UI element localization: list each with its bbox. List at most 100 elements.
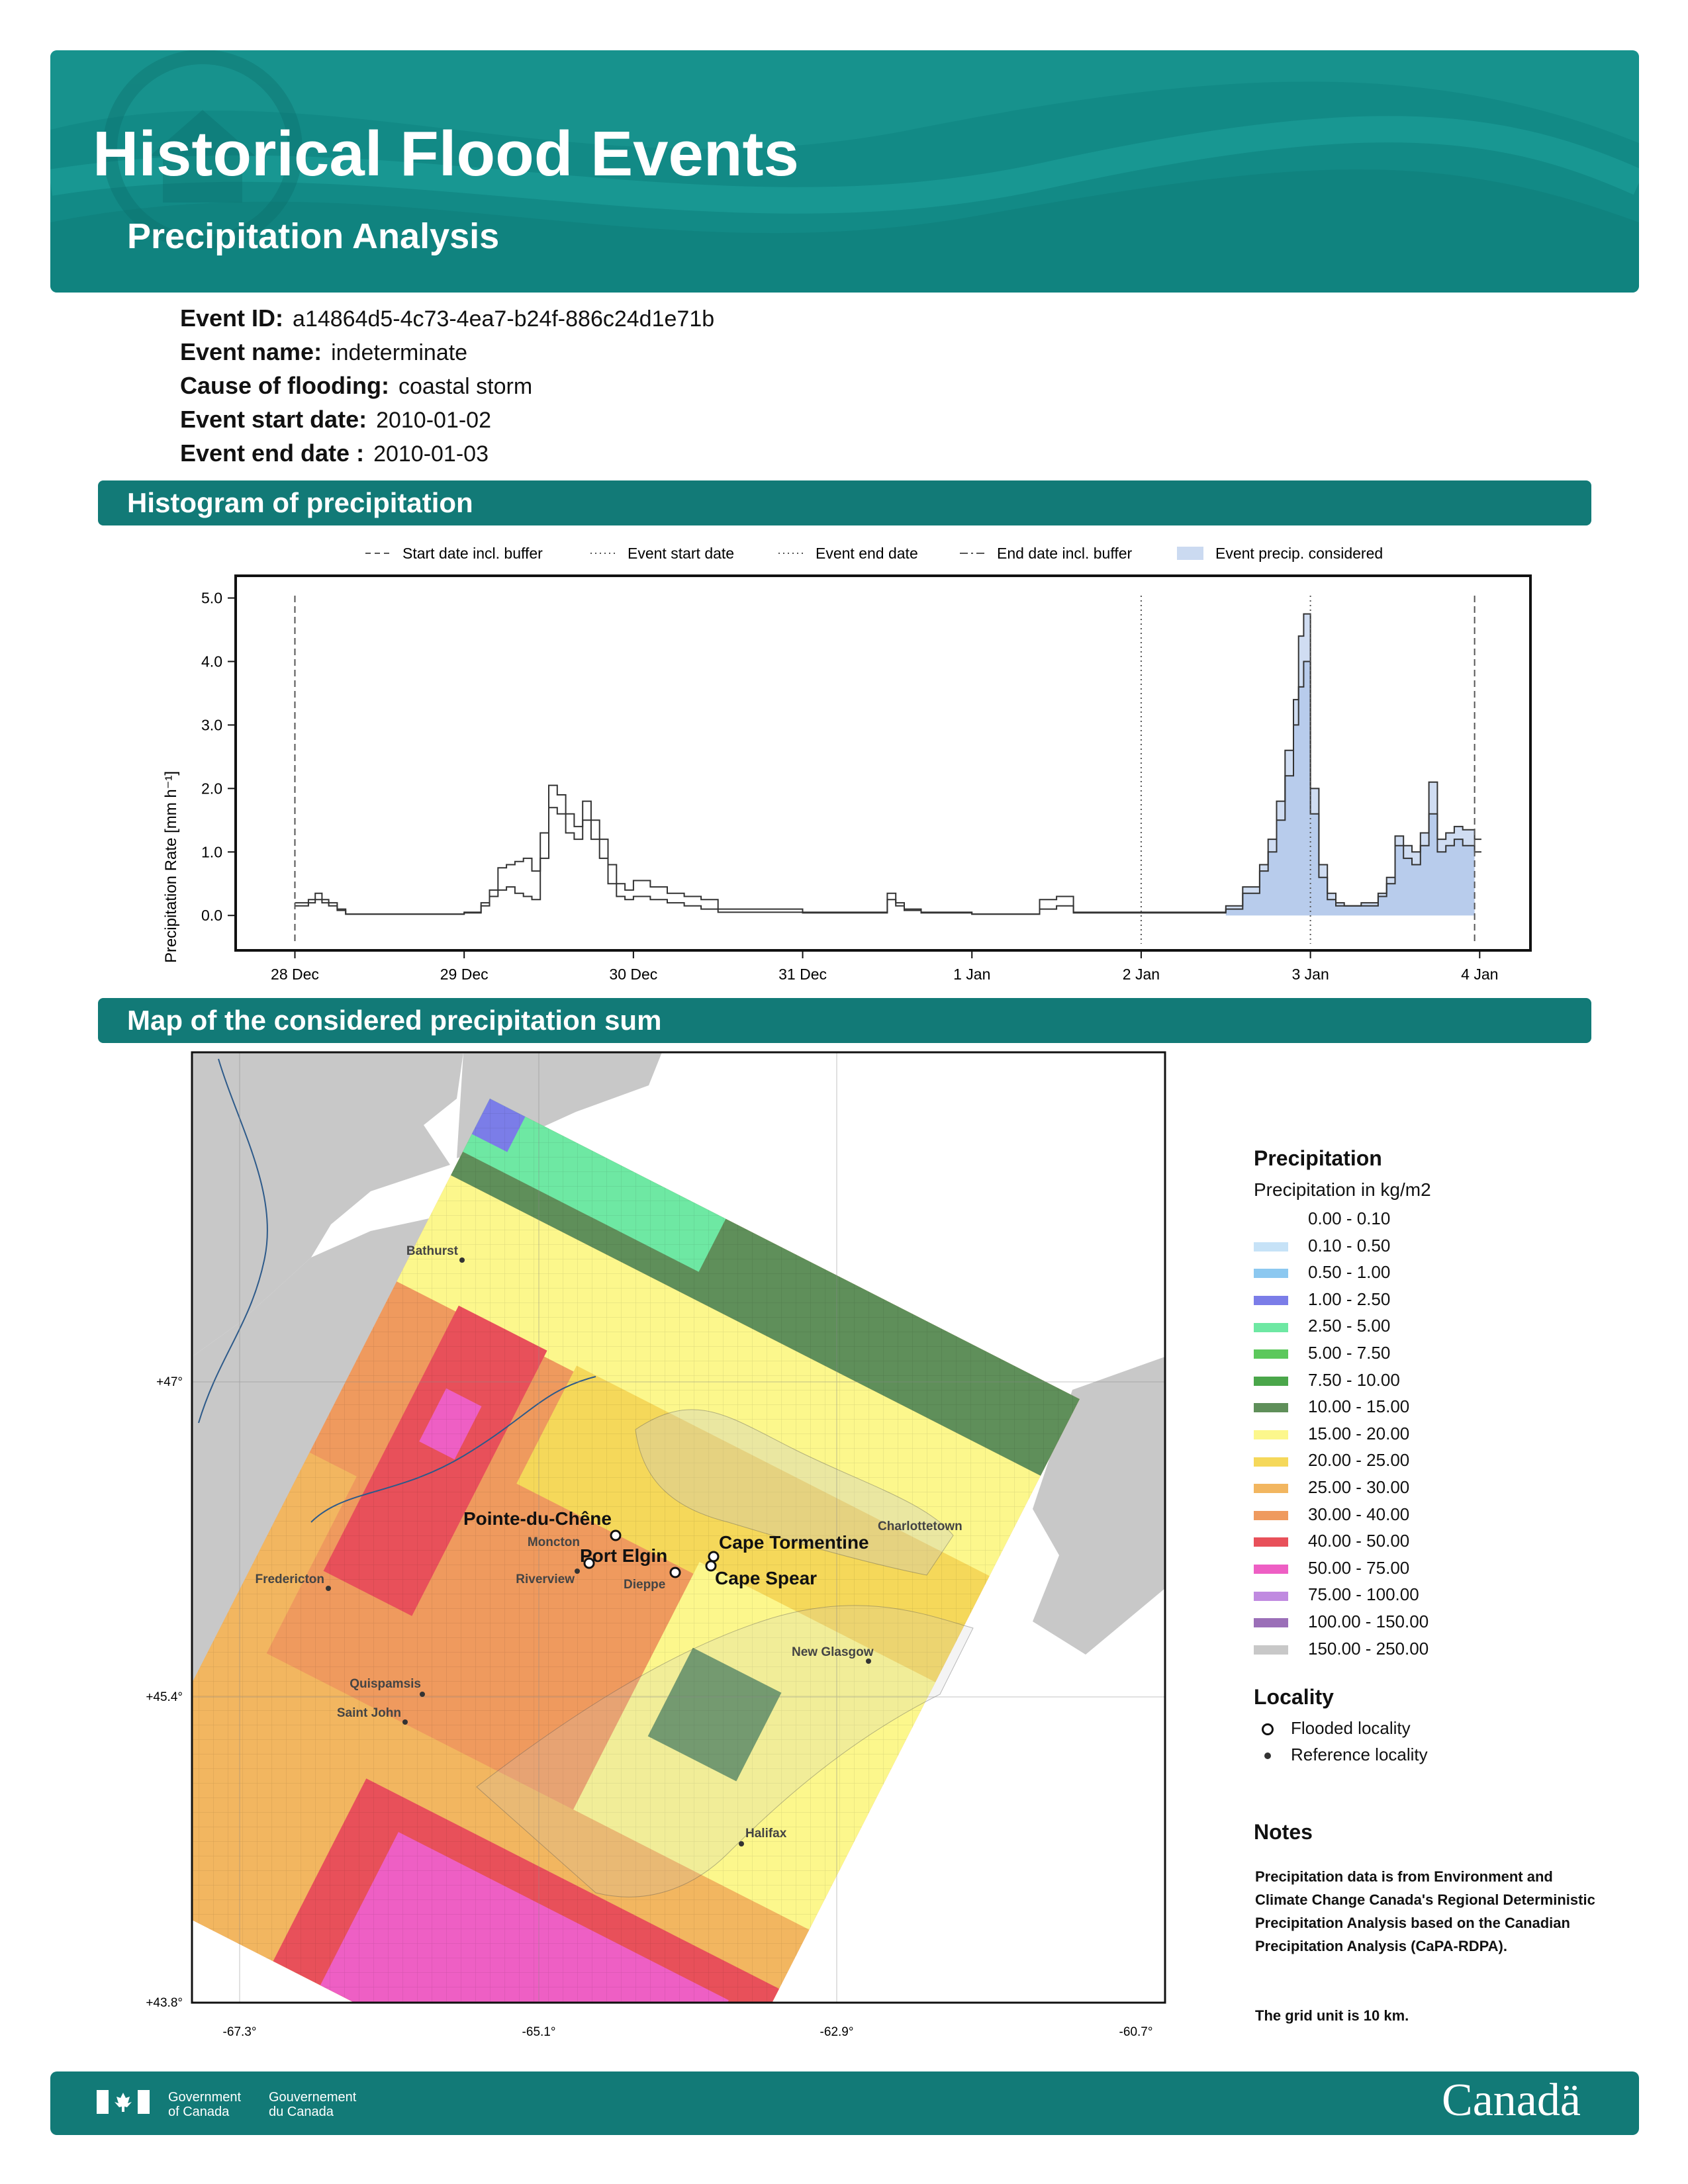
reference-marker: [739, 1841, 744, 1846]
legend-bin-row: 100.00 - 150.00: [1242, 1612, 1429, 1632]
legend-bin-row: 75.00 - 100.00: [1242, 1584, 1419, 1605]
canada-flag-icon: [97, 2090, 150, 2114]
legend-bin-label: 0.50 - 1.00: [1308, 1262, 1391, 1283]
gov-en: Government of Canada: [168, 2090, 242, 2119]
canada-wordmark: Canadä: [1442, 2075, 1581, 2126]
legend-bin-row: 25.00 - 30.00: [1242, 1477, 1409, 1498]
legend-swatch: [1254, 1242, 1288, 1251]
reference-marker-icon: [1264, 1752, 1271, 1760]
legend-bin-label: 20.00 - 25.00: [1308, 1450, 1410, 1471]
legend-bin-label: 2.50 - 5.00: [1308, 1316, 1391, 1336]
reference-marker: [866, 1659, 871, 1664]
legend-swatch: [1254, 1215, 1288, 1225]
legend-bin-row: 10.00 - 15.00: [1242, 1396, 1409, 1417]
legend-bin-label: 10.00 - 15.00: [1308, 1396, 1410, 1417]
legend-bin-row: 0.10 - 0.50: [1242, 1236, 1390, 1256]
legend-swatch: [1254, 1430, 1288, 1439]
gov-fr: Gouvernement du Canada: [269, 2090, 357, 2119]
legend-swatch: [1254, 1591, 1288, 1601]
legend-bin-row: 40.00 - 50.00: [1242, 1531, 1409, 1551]
reference-marker: [420, 1692, 425, 1697]
legend-swatch: [1254, 1564, 1288, 1574]
reference-label: Riverview: [516, 1572, 575, 1586]
lon-tick: -67.3°: [223, 2025, 257, 2039]
grid-note: The grid unit is 10 km.: [1255, 2007, 1409, 2024]
legend-swatch: [1254, 1376, 1288, 1386]
lat-tick: +43.8°: [146, 1996, 183, 2010]
reference-label: Quispamsis: [350, 1677, 421, 1691]
locality-legend-title: Locality: [1254, 1685, 1334, 1709]
flooded-marker: [610, 1529, 622, 1541]
legend-swatch: [1254, 1618, 1288, 1628]
flooded-label: Cape Tormentine: [719, 1532, 869, 1553]
legend-swatch: [1254, 1537, 1288, 1547]
legend-bin-label: 75.00 - 100.00: [1308, 1584, 1419, 1605]
flooded-marker: [708, 1551, 720, 1563]
reference-label: Moncton: [528, 1535, 580, 1549]
legend-swatch: [1254, 1322, 1288, 1332]
legend-reference-label: Reference locality: [1291, 1745, 1428, 1764]
legend-swatch: [1254, 1484, 1288, 1494]
legend-bin-label: 5.00 - 7.50: [1308, 1343, 1391, 1363]
reference-label: Bathurst: [406, 1244, 459, 1258]
flooded-marker: [669, 1567, 681, 1578]
legend-title: Precipitation: [1254, 1146, 1382, 1170]
legend-swatch: [1254, 1349, 1288, 1359]
legend-bin-label: 15.00 - 20.00: [1308, 1423, 1410, 1443]
notes-title: Notes: [1254, 1820, 1313, 1844]
reference-label: Dieppe: [624, 1578, 665, 1592]
legend-bin-label: 0.10 - 0.50: [1308, 1235, 1391, 1255]
reference-label: Charlottetown: [878, 1520, 962, 1533]
legend-bin-label: 50.00 - 75.00: [1308, 1557, 1410, 1578]
legend-bin-label: 150.00 - 250.00: [1308, 1638, 1429, 1659]
legend-bin-label: 7.50 - 10.00: [1308, 1369, 1400, 1390]
legend-bin-label: 0.00 - 0.10: [1308, 1208, 1391, 1228]
legend-bin-row: 20.00 - 25.00: [1242, 1450, 1409, 1471]
legend-bin-row: 5.00 - 7.50: [1242, 1343, 1390, 1363]
reference-marker: [326, 1586, 331, 1591]
legend-swatch: [1254, 1269, 1288, 1279]
reference-label: Fredericton: [255, 1572, 324, 1586]
lon-tick: -60.7°: [1119, 2025, 1153, 2039]
notes-text: Precipitation data is from Environment a…: [1255, 1868, 1595, 1954]
reference-marker: [402, 1719, 408, 1725]
legend-bin-row: 0.00 - 0.10: [1242, 1208, 1390, 1229]
legend-bin-row: 150.00 - 250.00: [1242, 1639, 1429, 1659]
legend-swatch: [1254, 1403, 1288, 1413]
lon-tick: -62.9°: [820, 2025, 854, 2039]
legend-bin-row: 30.00 - 40.00: [1242, 1504, 1409, 1525]
flooded-marker-icon: [1262, 1723, 1274, 1736]
legend-swatch: [1254, 1510, 1288, 1520]
reference-label: Halifax: [745, 1827, 787, 1841]
legend-reference-row: Reference locality: [1264, 1745, 1428, 1765]
flooded-marker: [705, 1560, 717, 1572]
legend-swatch: [1254, 1457, 1288, 1467]
legend-bin-label: 40.00 - 50.00: [1308, 1531, 1410, 1551]
legend-bin-row: 15.00 - 20.00: [1242, 1424, 1409, 1444]
legend-bin-row: 0.50 - 1.00: [1242, 1262, 1390, 1283]
legend-flooded-row: Flooded locality: [1262, 1718, 1411, 1739]
flooded-label: Cape Spear: [715, 1568, 817, 1588]
flooded-label: Port Elgin: [580, 1545, 667, 1566]
lat-tick: +47°: [156, 1375, 183, 1389]
legend-bin-label: 30.00 - 40.00: [1308, 1504, 1410, 1524]
legend-bin-row: 1.00 - 2.50: [1242, 1289, 1390, 1310]
legend-subtitle: Precipitation in kg/m2: [1254, 1179, 1431, 1200]
lat-tick: +45.4°: [146, 1690, 183, 1704]
legend-bin-row: 2.50 - 5.00: [1242, 1316, 1390, 1336]
lon-tick: -65.1°: [522, 2025, 556, 2039]
reference-marker: [575, 1569, 580, 1574]
legend-swatch: [1254, 1645, 1288, 1655]
flooded-label: Pointe-du-Chêne: [463, 1508, 612, 1529]
legend-flooded-label: Flooded locality: [1291, 1718, 1411, 1738]
legend-bin-label: 100.00 - 150.00: [1308, 1612, 1429, 1631]
legend-swatch: [1254, 1295, 1288, 1305]
legend-bin-label: 25.00 - 30.00: [1308, 1477, 1410, 1497]
precipitation-map: -67.3° -65.1° -62.9° -60.7° +47° +45.4° …: [146, 1051, 1166, 2039]
reference-label: Saint John: [337, 1706, 401, 1720]
legend-bin-label: 1.00 - 2.50: [1308, 1289, 1391, 1309]
reference-marker: [459, 1257, 465, 1263]
legend-bin-row: 7.50 - 10.00: [1242, 1370, 1400, 1390]
reference-label: New Glasgow: [792, 1645, 874, 1659]
legend-bin-row: 50.00 - 75.00: [1242, 1558, 1409, 1578]
